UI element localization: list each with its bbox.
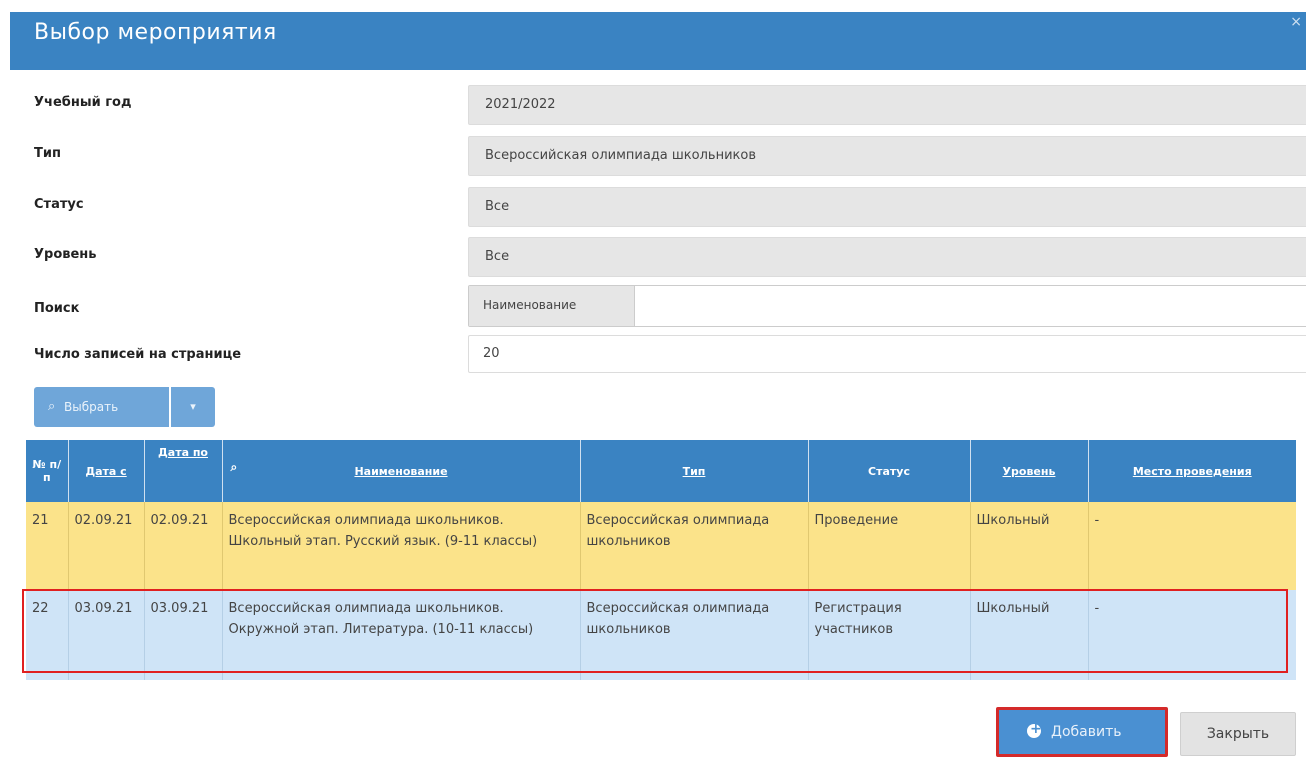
perpage-label: Число записей на странице xyxy=(34,347,242,362)
close-button[interactable]: Закрыть xyxy=(1180,712,1296,756)
close-button-label: Закрыть xyxy=(1206,726,1270,742)
cell-place: - xyxy=(1088,590,1296,680)
search-input[interactable]: Наименование xyxy=(468,285,1306,327)
cell-name: Всероссийская олимпиада школьников. Окру… xyxy=(222,590,581,680)
type-label: Тип xyxy=(34,146,61,161)
year-value: 2021/2022 xyxy=(485,97,556,112)
cell-status: Регистрация участников xyxy=(808,590,971,680)
search-icon: ⌕ xyxy=(48,399,56,414)
search-icon[interactable]: ⌕ xyxy=(231,460,238,475)
select-dropdown-toggle[interactable]: ▾ xyxy=(171,387,215,427)
cell-date-to: 03.09.21 xyxy=(144,590,223,680)
top-strip xyxy=(0,0,1306,12)
col-header-name[interactable]: ⌕ Наименование xyxy=(222,440,581,502)
col-header-place[interactable]: Место проведения xyxy=(1088,440,1296,502)
dialog-title: Выбор мероприятия xyxy=(34,20,277,45)
level-value: Все xyxy=(485,249,510,264)
search-label: Поиск xyxy=(34,301,80,316)
dialog-titlebar: Выбор мероприятия × xyxy=(10,12,1306,70)
add-button[interactable]: Добавить xyxy=(996,707,1168,757)
col-header-num: № п/п xyxy=(26,440,69,502)
col-header-level[interactable]: Уровень xyxy=(970,440,1089,502)
filter-level-row: Уровень Все ⌄ xyxy=(34,237,1306,279)
col-header-date-from[interactable]: Дата с xyxy=(68,440,145,502)
cell-date-to: 02.09.21 xyxy=(144,502,223,590)
select-button-label: Выбрать xyxy=(64,400,119,414)
cell-place: - xyxy=(1088,502,1296,590)
cell-num: 22 xyxy=(26,590,69,680)
search-addon-label: Наименование xyxy=(483,298,577,312)
level-select[interactable]: Все ⌄ xyxy=(468,237,1306,277)
cell-date-from: 02.09.21 xyxy=(68,502,145,590)
close-icon[interactable]: × xyxy=(1290,14,1302,30)
year-select[interactable]: 2021/2022 ⌄ xyxy=(468,85,1306,125)
cell-level: Школьный xyxy=(970,590,1089,680)
type-select[interactable]: Всероссийская олимпиада школьников ⌄ xyxy=(468,136,1306,176)
col-header-date-to[interactable]: Дата по xyxy=(144,440,223,502)
select-button[interactable]: ⌕ Выбрать xyxy=(34,387,169,427)
status-label: Статус xyxy=(34,197,84,212)
table-row[interactable]: 21 02.09.21 02.09.21 Всероссийская олимп… xyxy=(26,502,1296,590)
col-header-type[interactable]: Тип xyxy=(580,440,809,502)
perpage-input[interactable]: 20 xyxy=(468,335,1306,373)
cell-status: Проведение xyxy=(808,502,971,590)
cell-level: Школьный xyxy=(970,502,1089,590)
perpage-value: 20 xyxy=(483,346,500,361)
cell-num: 21 xyxy=(26,502,69,590)
table-row[interactable]: 22 03.09.21 03.09.21 Всероссийская олимп… xyxy=(26,590,1296,680)
table-header-row: № п/п Дата с Дата по ⌕ Наименование Тип … xyxy=(26,440,1296,502)
filter-perpage-row: Число записей на странице 20 xyxy=(34,335,1306,377)
cell-date-from: 03.09.21 xyxy=(68,590,145,680)
col-header-status: Статус xyxy=(808,440,971,502)
year-label: Учебный год xyxy=(34,95,132,110)
caret-down-icon: ▾ xyxy=(190,400,196,413)
filter-year-row: Учебный год 2021/2022 ⌄ xyxy=(34,85,1306,127)
level-label: Уровень xyxy=(34,247,97,262)
add-button-label: Добавить xyxy=(1051,724,1122,740)
cell-type: Всероссийская олимпиада школьников xyxy=(580,502,809,590)
filter-search-row: Поиск Наименование xyxy=(34,285,1306,327)
type-value: Всероссийская олимпиада школьников xyxy=(485,148,756,163)
cell-name: Всероссийская олимпиада школьников. Школ… xyxy=(222,502,581,590)
filter-status-row: Статус Все ⌄ xyxy=(34,187,1306,229)
status-value: Все xyxy=(485,199,510,214)
cell-type: Всероссийская олимпиада школьников xyxy=(580,590,809,680)
search-field-addon: Наименование xyxy=(469,286,635,326)
events-table: № п/п Дата с Дата по ⌕ Наименование Тип … xyxy=(26,440,1296,680)
filter-type-row: Тип Всероссийская олимпиада школьников ⌄ xyxy=(34,136,1306,178)
status-select[interactable]: Все ⌄ xyxy=(468,187,1306,227)
plus-circle-icon xyxy=(1027,721,1042,738)
